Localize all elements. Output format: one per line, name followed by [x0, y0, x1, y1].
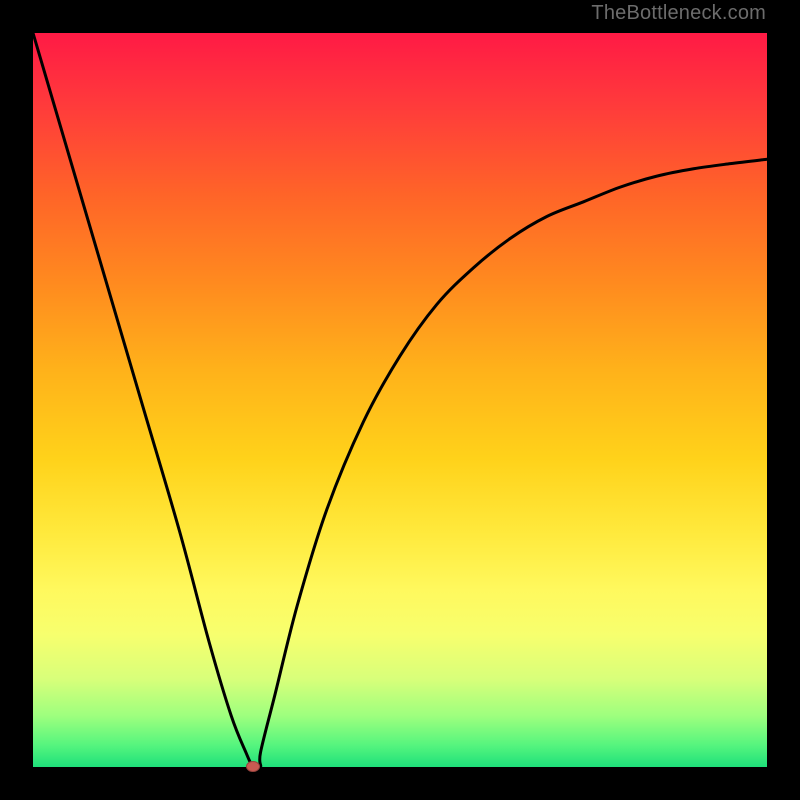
plot-area	[33, 33, 767, 767]
bottleneck-curve	[33, 33, 767, 767]
chart-frame: TheBottleneck.com	[0, 0, 800, 800]
minimum-marker	[246, 761, 260, 772]
watermark-text: TheBottleneck.com	[591, 2, 766, 25]
